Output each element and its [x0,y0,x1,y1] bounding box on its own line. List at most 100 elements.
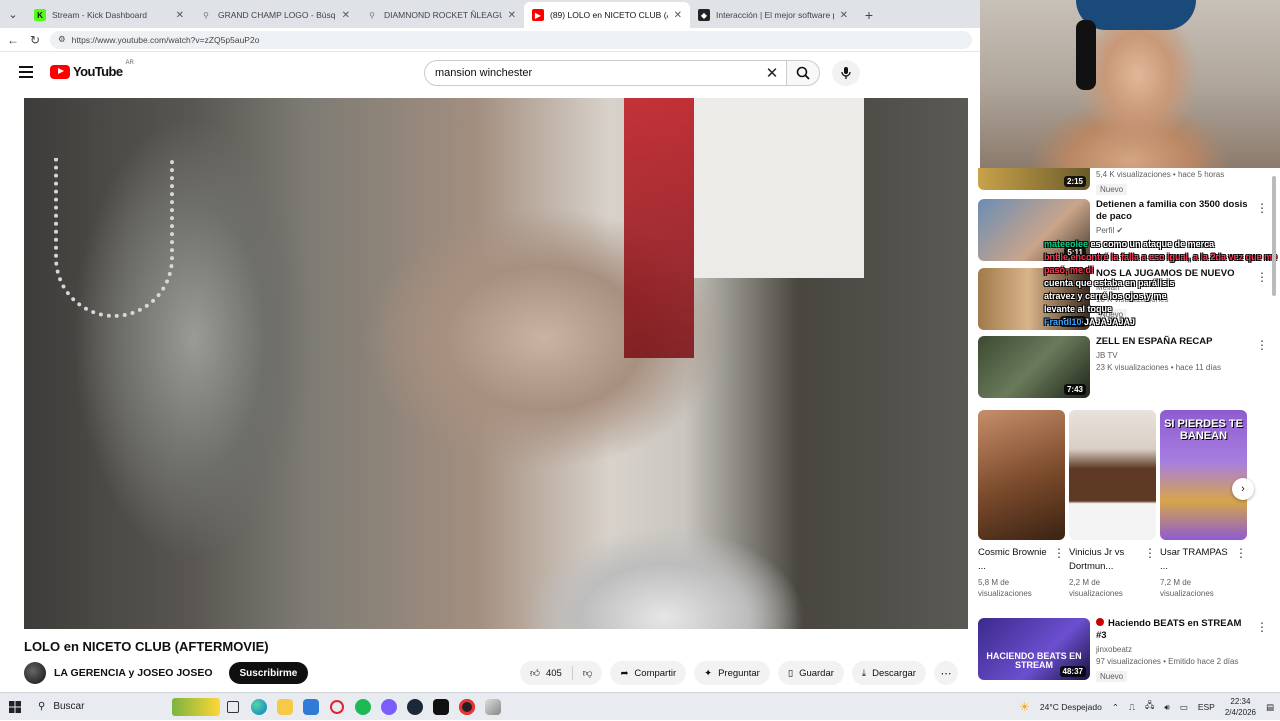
usb-icon[interactable]: ⎍ [1129,702,1135,713]
sidebar-scrollbar[interactable] [1270,168,1278,688]
store-icon[interactable] [298,697,324,717]
dislike-button[interactable]: 👎︎ [573,667,603,679]
download-button[interactable]: ⤓ Descargar [851,661,926,685]
clear-search-icon[interactable]: ✕ [757,64,787,82]
short-title[interactable]: Vinicius Jr vs Dortmun... [1069,546,1142,574]
channel-avatar[interactable] [24,662,46,684]
tab-grand-champ-search[interactable]: ⚲ GRAND CHAMP LOGO - Búsqueda ✕ [192,2,358,28]
discord-icon[interactable] [376,697,402,717]
short-title[interactable]: Cosmic Brownie ... [978,546,1051,574]
system-tray: ☀ 24°C Despejado ⌃ ⎍ 🖧︎ 🔊︎ ▭ ESP 22:34 2… [1019,693,1274,721]
url-field[interactable]: ⚙ https://www.youtube.com/watch?v=zZQ5p5… [50,30,972,49]
search-input[interactable]: mansion winchester [435,67,757,79]
subscribe-button[interactable]: Suscribirme [228,662,309,684]
opera-icon[interactable] [324,697,350,717]
obs-icon[interactable] [454,697,480,717]
short-thumbnail[interactable] [1069,410,1156,540]
video-thumbnail[interactable]: HACIENDO BEATS EN STREAM 48:37 [978,618,1090,680]
short-thumbnail[interactable] [978,410,1065,540]
tab-diamond-rocket-search[interactable]: ⚲ DIAMNOND ROCKET ÑLEAGUE P ✕ [358,2,524,28]
weather-text[interactable]: 24°C Despejado [1040,702,1102,712]
network-icon[interactable]: 🖧︎ [1145,700,1154,714]
voice-search-button[interactable] [832,60,860,86]
task-view-icon[interactable] [220,697,246,717]
app-icon[interactable] [480,697,506,717]
new-badge: Nuevo [1096,184,1128,195]
tab-close-icon[interactable]: ✕ [840,10,848,21]
video-channel: Perfil ✔ [1096,226,1124,235]
site-info-icon[interactable]: ⚙ [58,34,66,45]
chat-message: bnt le encontré la falla a eso igual, a … [1044,251,1278,277]
back-arrow-icon[interactable]: ← [6,33,20,47]
tab-search-icon[interactable]: ⌄ [0,0,26,28]
clock[interactable]: 22:34 2/4/2026 [1225,696,1256,718]
short-item[interactable]: Vinicius Jr vs Dortmun... 2,2 M de visua… [1069,410,1156,599]
battery-icon[interactable]: ▭ [1180,702,1188,713]
search-button[interactable] [786,60,820,86]
spotify-icon[interactable] [350,697,376,717]
language-indicator[interactable]: ESP [1198,702,1215,712]
chat-message: levante al toque [1044,303,1278,316]
video-thumbnail[interactable]: 2:15 [978,168,1090,190]
chevron-right-icon[interactable]: › [1232,478,1254,500]
more-options-icon[interactable]: ⋮ [1256,338,1268,352]
tab-close-icon[interactable]: ✕ [508,10,516,21]
tab-close-icon[interactable]: ✕ [342,10,350,21]
channel-row: LA GERENCIA y JOSEO JOSEO Suscribirme [24,662,309,684]
menu-hamburger-icon[interactable] [19,66,33,78]
share-label: Compartir [634,667,677,679]
windows-taskbar: ⚲ Buscar ☀ 24°C Despejado ⌃ ⎍ 🖧︎ 🔊︎ ▭ ES… [0,692,1280,720]
short-item[interactable]: Cosmic Brownie ... 5,8 M de visualizacio… [978,410,1065,599]
chevron-up-icon[interactable]: ⌃ [1112,702,1119,713]
tab-interaccion[interactable]: ◆ Interacción | El mejor software par ✕ [690,2,856,28]
more-options-icon[interactable]: ⋮ [1235,546,1247,560]
search-favicon-icon: ⚲ [369,10,375,20]
volume-icon[interactable]: 🔊︎ [1164,702,1169,713]
epic-games-icon[interactable] [428,697,454,717]
youtube-logo[interactable]: YouTube AR [50,60,134,79]
new-tab-plus-icon[interactable]: + [856,2,882,28]
share-button[interactable]: ➦ Compartir [610,661,687,685]
more-options-icon[interactable]: ⋮ [1144,546,1156,560]
taskbar-search[interactable]: ⚲ Buscar [30,696,220,718]
windows-start-icon[interactable] [0,700,30,713]
short-item[interactable]: SI PIERDES TE BANEAN Usar TRAMPAS ... 7,… [1160,410,1247,599]
microphone-icon [841,67,851,79]
tab-kick-dashboard[interactable]: K Stream - Kick Dashboard ✕ [26,2,192,28]
save-button[interactable]: ▯ Guardar [777,661,844,685]
short-title[interactable]: Usar TRAMPAS ... [1160,546,1233,574]
more-options-icon[interactable]: ⋮ [1053,546,1065,560]
search-highlight-image [172,697,220,716]
steam-icon[interactable] [402,697,428,717]
video-thumbnail[interactable]: 7:43 [978,336,1090,398]
chat-text: bnt le encontré la falla a eso igual, a … [1044,252,1278,275]
edge-browser-icon[interactable] [246,697,272,717]
search-box[interactable]: mansion winchester ✕ [424,60,788,86]
video-meta: 23 K visualizaciones • hace 11 días [1096,363,1221,372]
video-player[interactable] [24,98,968,629]
video-frame-detail [624,98,694,358]
tab-youtube-video[interactable]: ▶ (89) LOLO en NICETO CLUB (AFTER ✕ [524,2,690,28]
search-icon: ⚲ [38,701,46,712]
video-title[interactable]: Haciendo BEATS en STREAM #3 [1096,618,1250,642]
scrollbar-thumb[interactable] [1272,176,1276,296]
video-title[interactable]: Detienen a familia con 3500 dosis de pac… [1096,199,1250,223]
sidebar-video-item[interactable]: HACIENDO BEATS EN STREAM 48:37 Haciendo … [978,618,1274,684]
ask-button[interactable]: ✦ Preguntar [694,661,770,685]
file-explorer-icon[interactable] [272,697,298,717]
more-options-icon[interactable]: ⋮ [1256,620,1268,634]
channel-name[interactable]: LA GERENCIA y JOSEO JOSEO [54,667,213,679]
download-label: Descargar [872,667,916,679]
weather-sun-icon[interactable]: ☀ [1019,700,1030,714]
sidebar-video-item[interactable]: 7:43 ZELL EN ESPAÑA RECAP JB TV 23 K vis… [978,336,1274,398]
reload-icon[interactable]: ↻ [28,33,42,47]
notifications-icon[interactable]: ▤ [1266,702,1274,713]
tab-close-icon[interactable]: ✕ [674,10,682,21]
more-actions-icon[interactable]: ⋯ [933,661,958,685]
short-thumbnail[interactable]: SI PIERDES TE BANEAN [1160,410,1247,540]
more-options-icon[interactable]: ⋮ [1256,201,1268,215]
sidebar-video-item[interactable]: 2:15 5,4 K visualizaciones • hace 5 hora… [978,168,1274,197]
video-title[interactable]: ZELL EN ESPAÑA RECAP [1096,336,1250,348]
tab-close-icon[interactable]: ✕ [176,10,184,21]
like-button[interactable]: 👍︎ 405 [520,667,572,680]
